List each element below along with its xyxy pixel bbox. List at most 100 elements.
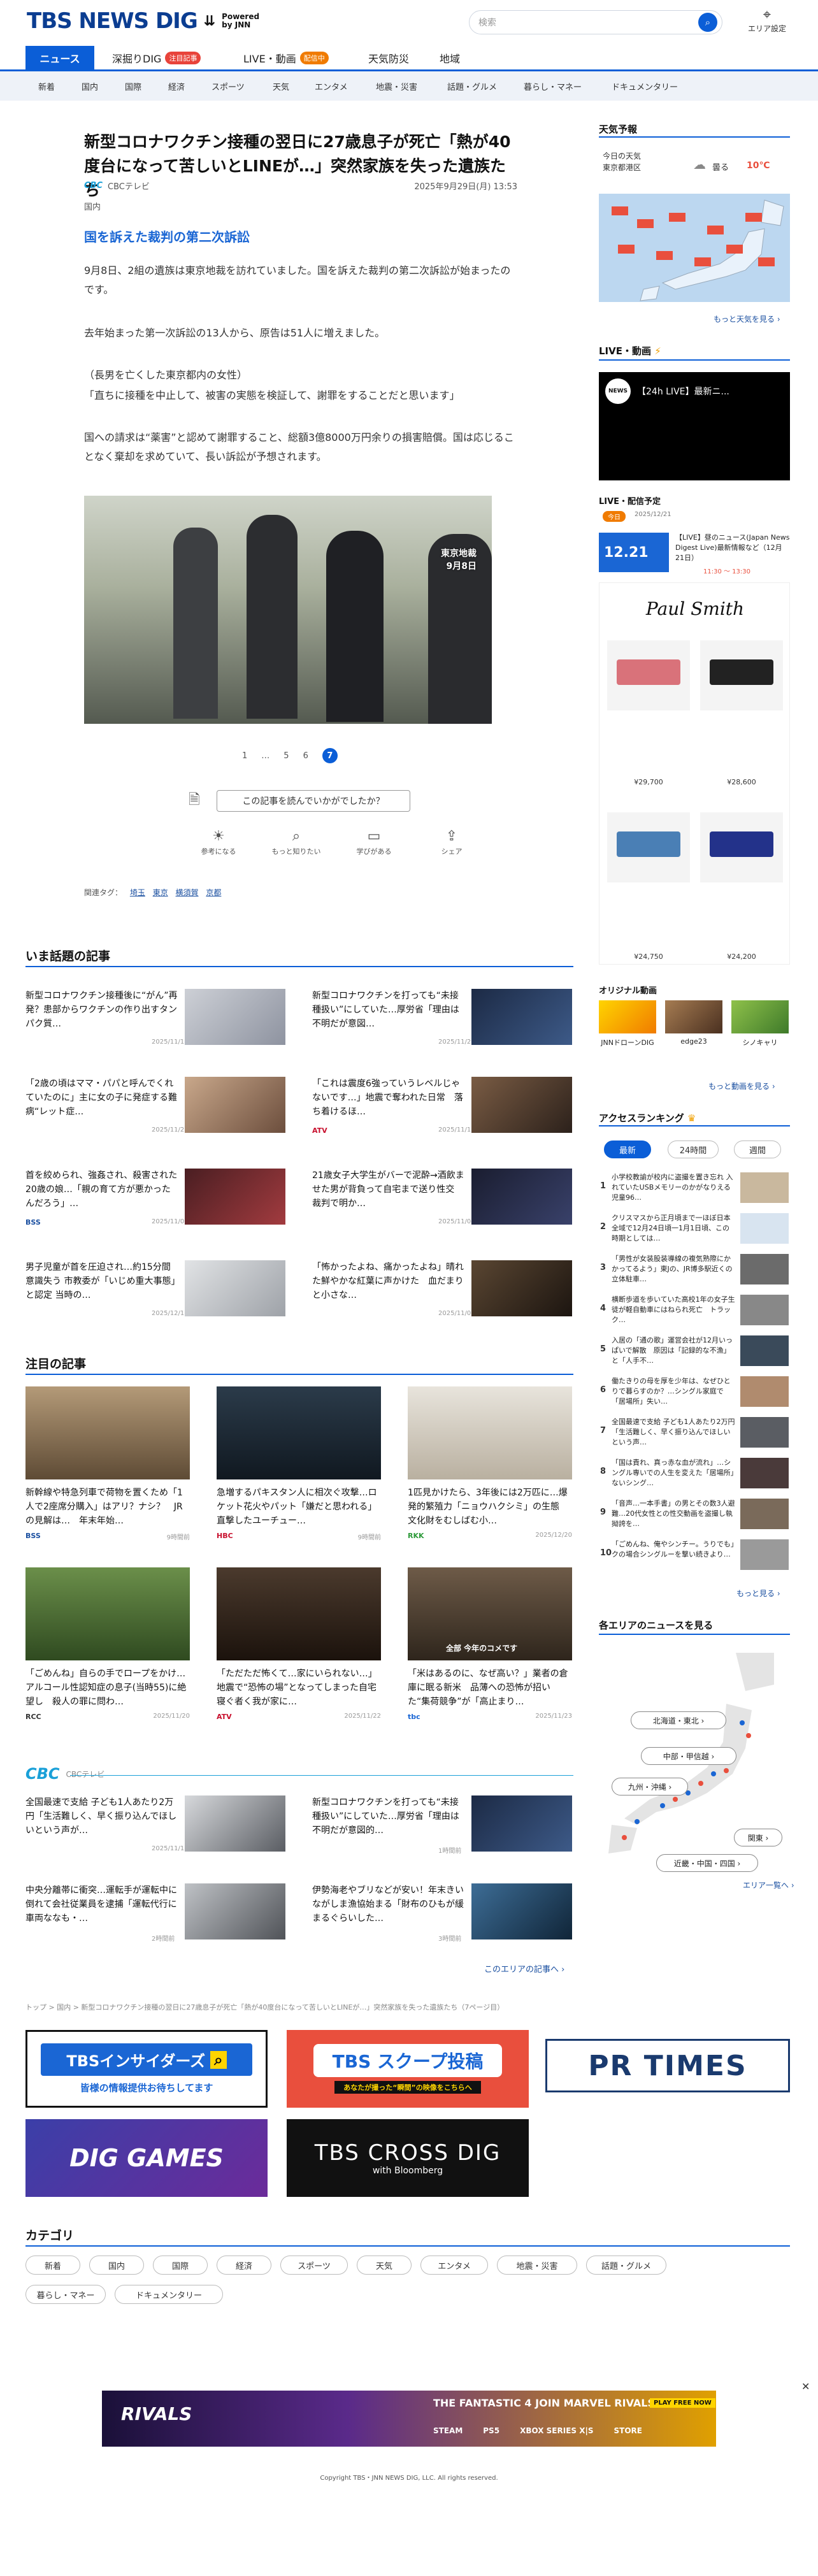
page-link[interactable]: 5 bbox=[283, 751, 289, 761]
subnav-item[interactable]: 新着 bbox=[38, 71, 55, 101]
subnav-item[interactable]: 話題・グルメ bbox=[447, 71, 497, 101]
featured-card[interactable]: 「ごめんね」自らの手でロープをかけ…アルコール性認知症の息子(当時55)に絶望し… bbox=[25, 1567, 190, 1721]
ranking-item[interactable]: 8 「国は責れ、真っ赤な血が流れ」…シングル専いでの人生を変えた「居場所」ないシン… bbox=[599, 1457, 790, 1492]
subnav-item[interactable]: スポーツ bbox=[212, 71, 245, 101]
area-kinki[interactable]: 近畿・中国・四国 › bbox=[656, 1854, 758, 1872]
subnav-item[interactable]: 地震・災害 bbox=[376, 71, 417, 101]
category-pill[interactable]: 話題・グルメ bbox=[586, 2256, 666, 2275]
area-hokkaido-tohoku[interactable]: 北海道・東北 › bbox=[631, 1711, 726, 1729]
area-setting-button[interactable]: ⌖ エリア設定 bbox=[744, 8, 790, 34]
category-pill[interactable]: 天気 bbox=[357, 2256, 412, 2275]
area-kanto[interactable]: 関東 › bbox=[734, 1829, 782, 1846]
news-item[interactable]: 21歳女子大学生がバーで泥酔→酒飲ませた男が背負って自宅まで送り性交 裁判で明か… bbox=[312, 1169, 573, 1230]
news-item[interactable]: 新型コロナワクチンを打っても“未接種扱い”にしていた…厚労省「理由は不明だが意図… bbox=[312, 1795, 573, 1857]
weather-map[interactable] bbox=[599, 194, 790, 302]
schedule-thumb[interactable]: 12.21 bbox=[599, 533, 669, 572]
news-item[interactable]: 男子児童が首を圧迫され…約15分間意識失う 市教委が「いじめ重大事態」と認定 当… bbox=[25, 1260, 287, 1321]
nav-weather[interactable]: 天気防災 bbox=[368, 46, 409, 69]
nav-live[interactable]: LIVE・動画 配信中 bbox=[243, 46, 329, 69]
nav-dig[interactable]: 深掘りDIG 注目記事 bbox=[112, 46, 201, 69]
featured-card[interactable]: 「ただただ怖くて…家にいられない…」地震で“恐怖の場”となってしまった自宅 寝ぐ… bbox=[217, 1567, 381, 1721]
article-category[interactable]: 国内 bbox=[84, 200, 101, 212]
featured-card[interactable]: 急増するパキスタン人に相次ぐ攻撃…ロケット花火やパット「嫌だと思われる」直撃した… bbox=[217, 1386, 381, 1541]
ranking-tab-24h[interactable]: 24時間 bbox=[668, 1140, 719, 1158]
nav-region[interactable]: 地域 bbox=[440, 46, 460, 69]
search-input[interactable]: 検索 bbox=[469, 10, 722, 34]
ranking-item[interactable]: 9 「音声…一本手書」の男とその数3人避難…20代女性との性交動画を盗撮し執拗誇を… bbox=[599, 1497, 790, 1533]
news-item[interactable]: 新型コロナワクチン接種後に“がん”再発？患部からワクチンの作り出すタンパク質… 2… bbox=[25, 989, 287, 1050]
banner-insiders[interactable]: TBSインサイダーズ ⌕ 皆様の情報提供お待ちしてます bbox=[25, 2030, 268, 2108]
area-kyushu[interactable]: 九州・沖縄 › bbox=[612, 1778, 688, 1795]
article-source[interactable]: CBCテレビ bbox=[108, 180, 150, 192]
banner-prtimes[interactable]: PR TIMES bbox=[545, 2039, 790, 2092]
original-more-link[interactable]: もっと動画を見る › bbox=[708, 1081, 775, 1091]
category-pill[interactable]: ドキュメンタリー bbox=[115, 2285, 223, 2304]
news-item[interactable]: 「怖かったよね、痛かったよね」晴れた鮮やかな紅葉に声かけた 血だまりと小さな… 2… bbox=[312, 1260, 573, 1321]
cbc-more-link[interactable]: このエリアの記事へ › bbox=[484, 1962, 564, 1975]
ranking-item[interactable]: 6 働たきりの母を厚を少年は、なぜひとりで暮らすのか？…シングル家庭で「居場所」失… bbox=[599, 1375, 790, 1411]
category-pill[interactable]: 国際 bbox=[153, 2256, 208, 2275]
weather-more-link[interactable]: もっと天気を見る › bbox=[714, 313, 780, 324]
nav-news[interactable]: ニュース bbox=[25, 46, 94, 69]
news-item[interactable]: 全国最速で支給 子ども1人あたり2万円「生活難しく、早く振り込んでほしいという声… bbox=[25, 1795, 287, 1857]
subnav-item[interactable]: 暮らし・マネー bbox=[524, 71, 582, 101]
breadcrumb[interactable]: トップ > 国内 > 新型コロナワクチン接種の翌日に27歳息子が死亡「熱が40度… bbox=[25, 2002, 573, 2012]
reaction-share[interactable]: ⇪ シェア bbox=[422, 827, 482, 856]
subnav-item[interactable]: エンタメ bbox=[315, 71, 348, 101]
ranking-item[interactable]: 5 入居の「通の歌」運営会社が12月いっぱいで解散 原因は「記録的な不漁」と「人手… bbox=[599, 1334, 790, 1370]
news-item[interactable]: 「これは震度6強っていうレベルじゃないです…」地震で奪われた日常 落ち着けるほ…… bbox=[312, 1077, 573, 1138]
area-chubu[interactable]: 中部・甲信越 › bbox=[641, 1747, 736, 1765]
banner-cross-dig[interactable]: TBS CROSS DIG with Bloomberg bbox=[287, 2119, 529, 2197]
original-video-thumb[interactable] bbox=[665, 1000, 722, 1033]
category-pill[interactable]: 地震・災害 bbox=[497, 2256, 577, 2275]
news-item[interactable]: 新型コロナワクチンを打っても“未接種扱い”にしていた…厚労省「理由は不明だが意図… bbox=[312, 989, 573, 1050]
news-item[interactable]: 伊勢海老やブリなどが安い！年末きいながしま漁協始まる「財布のひもが緩まるぐらいし… bbox=[312, 1883, 573, 1945]
page-current[interactable]: 7 bbox=[322, 748, 338, 763]
ranking-item[interactable]: 4 横断歩道を歩いていた高校1年の女子生徒が軽自動車にはねられ死亡 トラック… bbox=[599, 1293, 790, 1329]
ranking-item[interactable]: 10 「ごめんね、俺やシンチー。うりでも」クの場合シングルーを撃い続きより… bbox=[599, 1538, 790, 1574]
subnav-item[interactable]: 国際 bbox=[125, 71, 141, 101]
live-video-player[interactable]: NEWS 【24h LIVE】最新ニ... bbox=[599, 372, 790, 480]
news-item[interactable]: 中央分離帯に衝突…運転手が運転中に倒れて会社従業員を逮捕「運転代行に車両ななも・… bbox=[25, 1883, 287, 1945]
banner-dig-games[interactable]: DIG GAMES bbox=[25, 2119, 268, 2197]
subnav-item[interactable]: 国内 bbox=[82, 71, 98, 101]
reaction-helpful[interactable]: ☀ 参考になる bbox=[189, 827, 248, 856]
ranking-item[interactable]: 2 クリスマスから正月頃まで一ほぼ日本全域で12月24日頃一1月1日頃、この時期と… bbox=[599, 1212, 790, 1248]
reaction-more[interactable]: ⌕ もっと知りたい bbox=[266, 827, 326, 856]
tag-link[interactable]: 東京 bbox=[153, 888, 168, 897]
tag-link[interactable]: 京都 bbox=[206, 888, 221, 897]
category-pill[interactable]: エンタメ bbox=[420, 2256, 488, 2275]
ranking-item[interactable]: 3 「男性が女装股装導線の複気熟際にかかってるよう」東Jの、JR博多駅近くの立体駐… bbox=[599, 1253, 790, 1288]
subnav-item[interactable]: 天気 bbox=[273, 71, 289, 101]
subnav-item[interactable]: 経済 bbox=[168, 71, 185, 101]
close-ad-button[interactable]: ✕ bbox=[801, 2380, 810, 2393]
tag-link[interactable]: 横須賀 bbox=[176, 888, 199, 897]
area-more-link[interactable]: エリア一覧へ › bbox=[743, 1880, 794, 1890]
ranking-item[interactable]: 1 小学校教諭が校内に盗撮を置き忘れ 入れていたUSBメモリーのかがなりえる 児童… bbox=[599, 1171, 790, 1207]
news-item[interactable]: 首を絞められ、強姦され、殺害された20歳の娘…「親の育て方が悪かったんだろう」…… bbox=[25, 1169, 287, 1230]
schedule-text[interactable]: 【LIVE】昼のニュース(Japan News Digest Live)最新情報… bbox=[675, 533, 790, 563]
cbc-logo[interactable]: CBC bbox=[25, 1765, 60, 1783]
ranking-more-link[interactable]: もっと見る › bbox=[736, 1588, 780, 1599]
page-link[interactable]: 1 bbox=[242, 751, 247, 761]
category-pill[interactable]: 国内 bbox=[89, 2256, 144, 2275]
ranking-tab-weekly[interactable]: 週間 bbox=[734, 1140, 781, 1158]
category-pill[interactable]: スポーツ bbox=[280, 2256, 348, 2275]
featured-card[interactable]: 全部 今年のコメです 「米はあるのに、なぜ高い？」業者の倉庫に眠る新米 品薄への恐… bbox=[408, 1567, 572, 1721]
tag-link[interactable]: 埼玉 bbox=[130, 888, 145, 897]
category-pill[interactable]: 新着 bbox=[25, 2256, 80, 2275]
banner-scoop[interactable]: TBS スクープ投稿 あなたが撮った“瞬間”の映像をこちらへ bbox=[287, 2030, 529, 2108]
ranking-tab-latest[interactable]: 最新 bbox=[604, 1140, 651, 1158]
category-pill[interactable]: 暮らし・マネー bbox=[25, 2285, 106, 2304]
search-icon[interactable]: ⌕ bbox=[698, 13, 717, 32]
reaction-learn[interactable]: ▭ 学びがある bbox=[344, 827, 404, 856]
featured-card[interactable]: 新幹線や特急列車で荷物を置くため「1人で2座席分購入」はアリ？ナシ？ JRの見解… bbox=[25, 1386, 190, 1541]
news-item[interactable]: 「2歳の頃はママ・パパと呼んでくれていたのに」主に女の子に発症する難病“レット症… bbox=[25, 1077, 287, 1138]
game-ad[interactable]: RIVALS THE FANTASTIC 4 JOIN MARVEL RIVAL… bbox=[102, 2391, 716, 2447]
subnav-item[interactable]: ドキュメンタリー bbox=[612, 71, 678, 101]
page-link[interactable]: 6 bbox=[303, 751, 308, 761]
ad-paulsmith[interactable]: Paul Smith ¥29,700 ¥28,600 ¥24,750 ¥24,2… bbox=[599, 582, 790, 965]
original-video-thumb[interactable] bbox=[731, 1000, 789, 1033]
ranking-item[interactable]: 7 全国最速で支給 子ども1人あたり2万円「生活難しく、早く振り込んでほしいという… bbox=[599, 1416, 790, 1451]
category-pill[interactable]: 経済 bbox=[217, 2256, 271, 2275]
